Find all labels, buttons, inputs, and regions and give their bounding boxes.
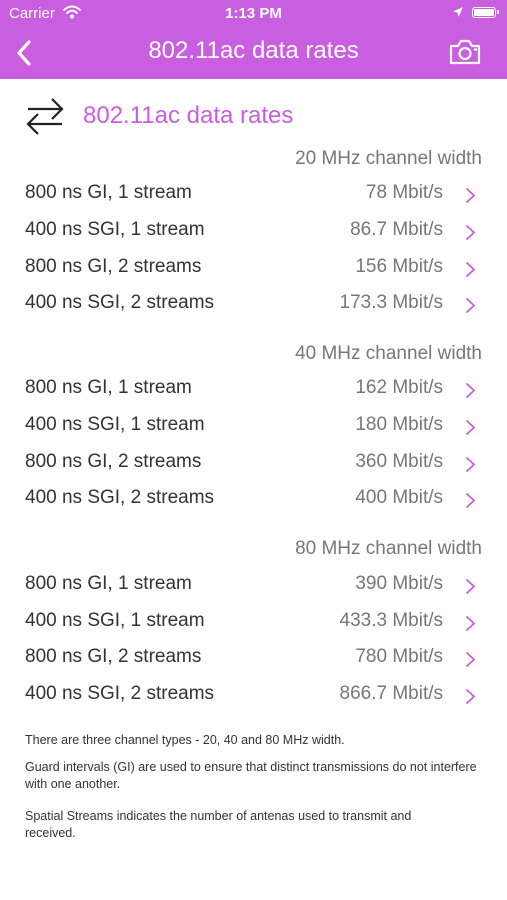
- section-title-20mhz: 20 MHz channel width: [295, 148, 482, 169]
- rate-label: 400 ns SGI, 2 streams: [25, 292, 215, 313]
- rate-row-40mhz-3[interactable]: 800 ns GI, 2 streams 360 Mbit/s: [0, 446, 507, 482]
- rate-row-80mhz-2[interactable]: 400 ns SGI, 1 stream 433.3 Mbit/s: [0, 605, 507, 641]
- location-arrow-icon: [453, 7, 463, 17]
- rate-row-80mhz-1[interactable]: 800 ns GI, 1 stream 390 Mbit/s: [0, 568, 507, 604]
- chevron-right-icon: [466, 188, 475, 203]
- rate-row-40mhz-4[interactable]: 400 ns SGI, 2 streams 400 Mbit/s: [0, 482, 507, 518]
- footnote-spatial-streams: Spatial Streams indicates the number of …: [25, 809, 412, 840]
- chevron-right-icon: [466, 493, 475, 508]
- footnote-channel-types: There are three channel types - 20, 40 a…: [25, 733, 345, 747]
- chevron-right-icon: [466, 689, 475, 704]
- rate-row-80mhz-4[interactable]: 400 ns SGI, 2 streams 866.7 Mbit/s: [0, 678, 507, 714]
- rate-value: 360 Mbit/s: [355, 451, 443, 472]
- section-title-80mhz: 80 MHz channel width: [295, 538, 482, 559]
- rate-row-20mhz-3[interactable]: 800 ns GI, 2 streams 156 Mbit/s: [0, 251, 507, 287]
- rate-label: 800 ns GI, 1 stream: [25, 573, 192, 594]
- rate-value: 162 Mbit/s: [355, 377, 443, 398]
- rate-value: 390 Mbit/s: [355, 573, 443, 594]
- rate-label: 800 ns GI, 1 stream: [25, 182, 192, 203]
- chevron-right-icon: [466, 225, 475, 240]
- rate-label: 800 ns GI, 2 streams: [25, 256, 202, 277]
- rate-value: 400 Mbit/s: [355, 487, 443, 508]
- swap-arrows-icon: [26, 98, 64, 135]
- rate-value: 433.3 Mbit/s: [339, 610, 444, 631]
- status-time: 1:13 PM: [225, 5, 282, 22]
- rate-value: 180 Mbit/s: [355, 414, 443, 435]
- rate-label: 400 ns SGI, 1 stream: [25, 414, 205, 435]
- rate-value: 866.7 Mbit/s: [339, 683, 444, 704]
- rate-row-20mhz-4[interactable]: 400 ns SGI, 2 streams 173.3 Mbit/s: [0, 287, 507, 323]
- chevron-right-icon: [466, 383, 475, 398]
- rate-row-20mhz-1[interactable]: 800 ns GI, 1 stream 78 Mbit/s: [0, 177, 507, 213]
- status-bar: Carrier 1:13 PM: [0, 0, 507, 28]
- chevron-right-icon: [466, 262, 475, 277]
- rate-label: 800 ns GI, 1 stream: [25, 377, 192, 398]
- battery-icon: [472, 7, 499, 18]
- rate-row-40mhz-2[interactable]: 400 ns SGI, 1 stream 180 Mbit/s: [0, 409, 507, 445]
- section-title-40mhz: 40 MHz channel width: [295, 343, 482, 364]
- rate-value: 173.3 Mbit/s: [339, 292, 444, 313]
- rate-label: 400 ns SGI, 1 stream: [25, 219, 205, 240]
- camera-button[interactable]: [448, 38, 482, 66]
- chevron-right-icon: [466, 457, 475, 472]
- rate-label: 800 ns GI, 2 streams: [25, 451, 202, 472]
- rate-value: 78 Mbit/s: [365, 182, 443, 203]
- rate-label: 400 ns SGI, 1 stream: [25, 610, 205, 631]
- chevron-right-icon: [466, 652, 475, 667]
- chevron-right-icon: [466, 616, 475, 631]
- rate-row-80mhz-3[interactable]: 800 ns GI, 2 streams 780 Mbit/s: [0, 641, 507, 677]
- chevron-right-icon: [466, 298, 475, 313]
- rate-label: 400 ns SGI, 2 streams: [25, 487, 215, 508]
- rate-label: 800 ns GI, 2 streams: [25, 646, 202, 667]
- nav-title: 802.11ac data rates: [148, 37, 359, 64]
- chevron-right-icon: [466, 420, 475, 435]
- chevron-right-icon: [466, 579, 475, 594]
- rate-value: 156 Mbit/s: [355, 256, 443, 277]
- rate-value: 86.7 Mbit/s: [350, 219, 443, 240]
- page-title: 802.11ac data rates: [83, 102, 294, 129]
- rate-value: 780 Mbit/s: [355, 646, 443, 667]
- footnote-guard-intervals: Guard intervals (GI) are used to ensure …: [25, 760, 477, 791]
- nav-bar: 802.11ac data rates: [0, 28, 507, 79]
- rate-label: 400 ns SGI, 2 streams: [25, 683, 215, 704]
- rate-row-20mhz-2[interactable]: 400 ns SGI, 1 stream 86.7 Mbit/s: [0, 214, 507, 250]
- rate-row-40mhz-1[interactable]: 800 ns GI, 1 stream 162 Mbit/s: [0, 372, 507, 408]
